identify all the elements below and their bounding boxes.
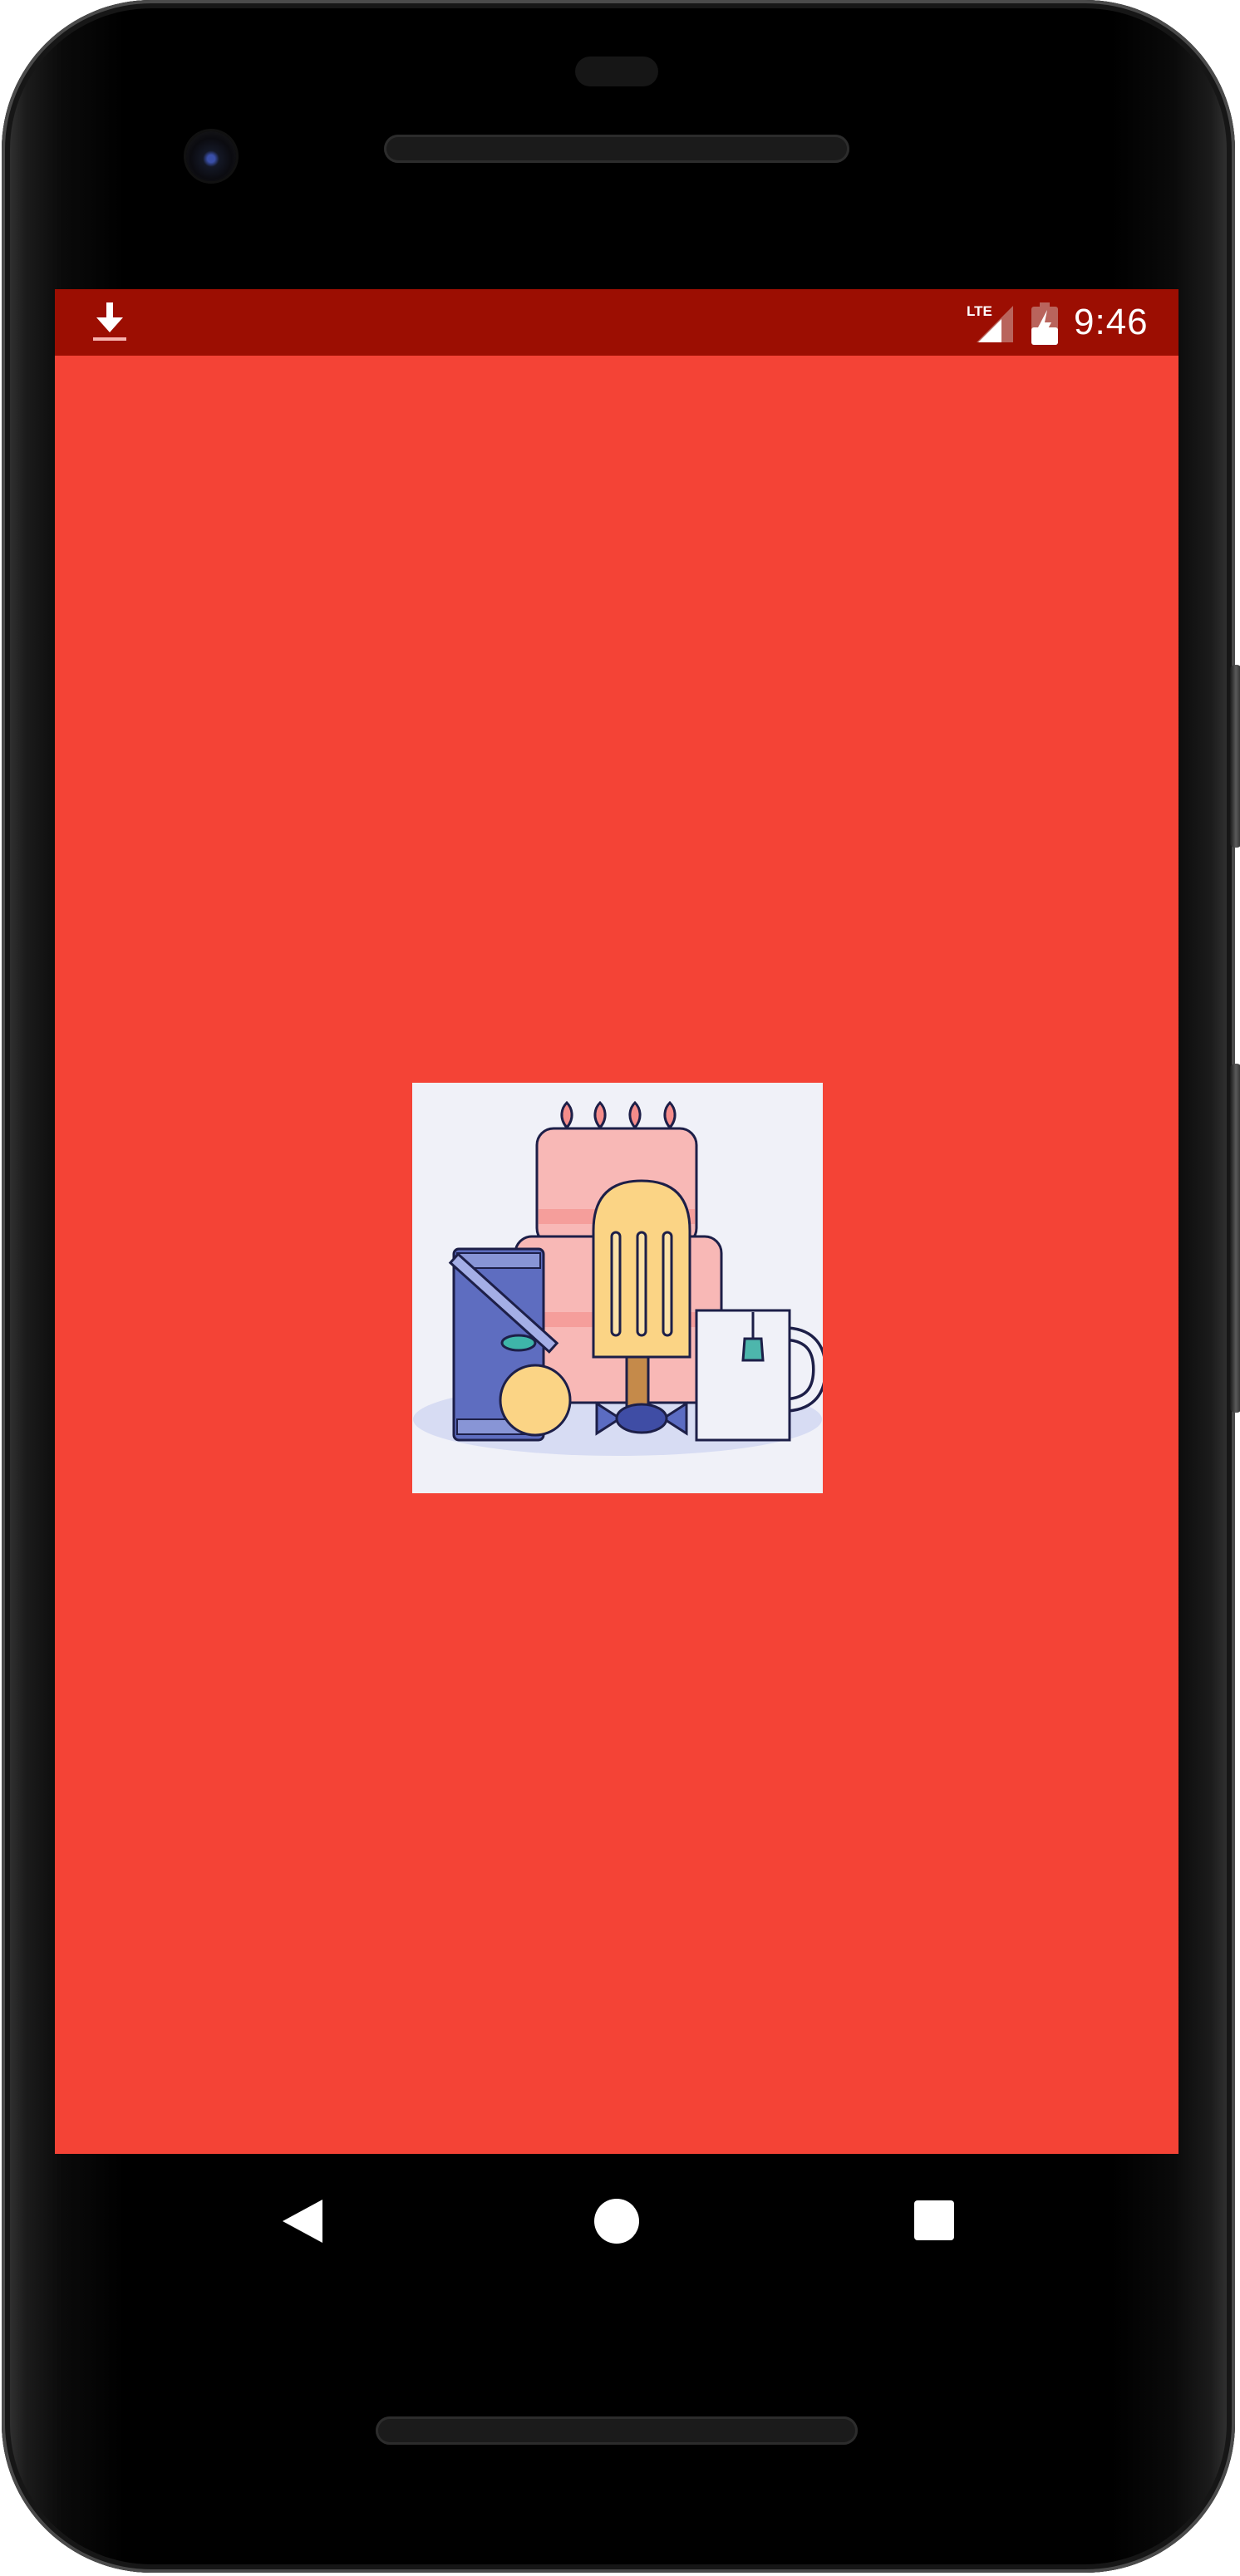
clock: 9:46: [1074, 302, 1149, 342]
app-screen: LTE 9:46: [55, 289, 1178, 2154]
status-bar: LTE 9:46: [55, 289, 1178, 356]
bottom-speaker: [376, 2416, 858, 2445]
sensor-slot: [575, 57, 658, 86]
splash-illustration: [412, 1083, 823, 1493]
phone-frame: LTE 9:46: [2, 0, 1240, 2573]
home-button[interactable]: [593, 2198, 640, 2244]
power-button: [1230, 665, 1240, 848]
front-camera: [186, 131, 236, 181]
back-button[interactable]: [281, 2198, 324, 2244]
network-label: LTE: [967, 303, 992, 319]
recents-button[interactable]: [913, 2200, 955, 2241]
volume-rocker: [1230, 1064, 1240, 1413]
lte-signal-icon: LTE: [967, 303, 1013, 342]
battery-charging-icon: [1031, 302, 1058, 345]
food-and-drinks-illustration: [413, 1100, 823, 1456]
top-speaker: [384, 135, 849, 163]
download-icon: [93, 302, 126, 341]
